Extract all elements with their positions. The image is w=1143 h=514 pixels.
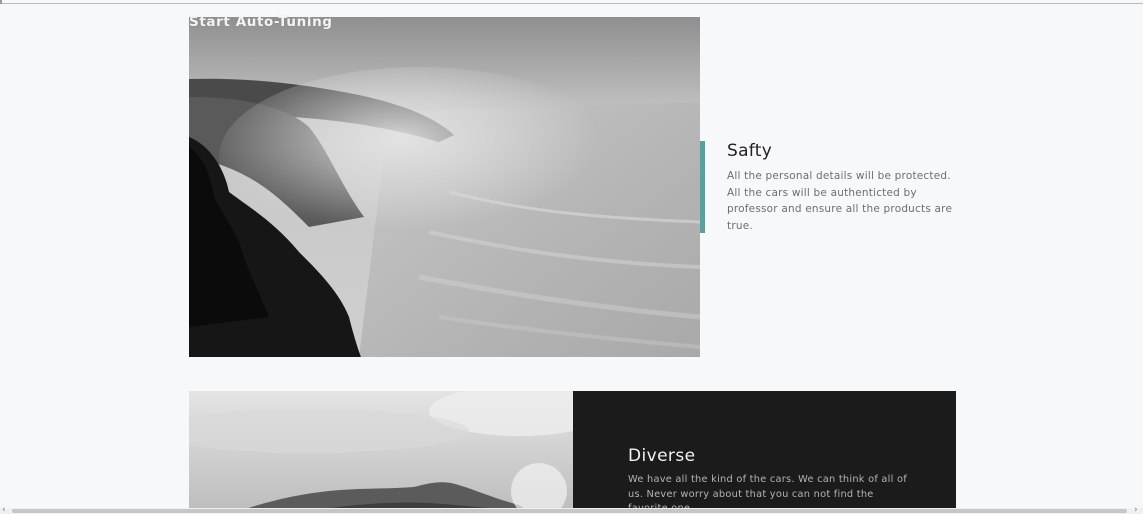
misty-coastline-image (189, 17, 700, 357)
mountain-landscape-image (189, 391, 573, 511)
top-divider (0, 3, 1143, 4)
feature-text-safty: All the personal details will be protect… (727, 170, 953, 232)
feature-accent-bar (700, 141, 705, 233)
feature-text-diverse: We have all the kind of the cars. We can… (628, 474, 907, 511)
scroll-right-icon[interactable]: › (1134, 506, 1138, 514)
feature-heading-diverse: Diverse (628, 446, 696, 466)
feature-panel-diverse: Diverse We have all the kind of the cars… (573, 391, 956, 511)
horizontal-scrollbar-thumb[interactable] (12, 509, 1127, 513)
page: Start Auto-Tuning Safty All the personal… (0, 0, 1143, 514)
page-title: Start Auto-Tuning (189, 14, 333, 30)
top-edge-mark (0, 0, 2, 4)
feature-heading-safty: Safty (727, 141, 773, 161)
scroll-left-icon[interactable]: ‹ (2, 506, 6, 514)
